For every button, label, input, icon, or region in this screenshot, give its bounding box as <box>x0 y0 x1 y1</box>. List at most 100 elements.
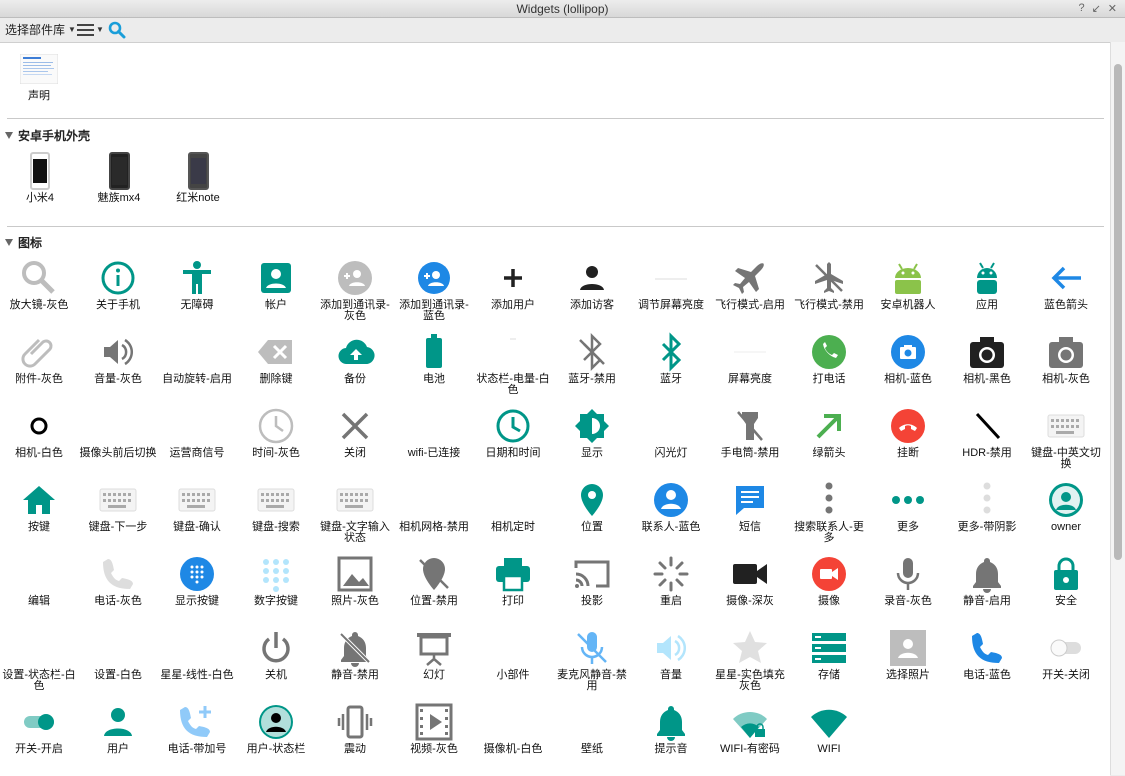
icon-widget[interactable]: 键盘-确认 <box>157 480 237 533</box>
icon-widget[interactable]: 添加到通讯录-灰色 <box>315 258 395 322</box>
phone-shell-xiaomi4[interactable]: 小米4 <box>0 151 80 204</box>
icon-widget[interactable]: 位置-禁用 <box>394 554 474 607</box>
icon-widget[interactable]: 设置-状态栏-白色 <box>0 628 79 692</box>
icon-widget[interactable]: 提示音 <box>631 702 711 755</box>
icon-widget[interactable]: 蓝牙 <box>631 332 711 385</box>
section-header-phone-shells[interactable]: 安卓手机外壳 <box>5 127 90 144</box>
icon-widget[interactable]: 设置-白色 <box>78 628 158 681</box>
section-header-icons[interactable]: 图标 <box>5 234 42 251</box>
icon-widget[interactable]: 调节屏幕亮度 <box>631 258 711 311</box>
help-button[interactable]: ? <box>1078 2 1084 15</box>
icon-widget[interactable]: 安卓机器人 <box>868 258 948 311</box>
icon-widget[interactable]: 时间-灰色 <box>236 406 316 459</box>
icon-widget[interactable]: 小部件 <box>473 628 553 681</box>
icon-widget[interactable]: 电池 <box>394 332 474 385</box>
icon-widget[interactable]: 删除键 <box>236 332 316 385</box>
icon-widget[interactable]: 联系人-蓝色 <box>631 480 711 533</box>
icon-widget[interactable]: 静音-禁用 <box>315 628 395 681</box>
icon-widget[interactable]: 选择照片 <box>868 628 948 681</box>
icon-widget[interactable]: 相机网格-禁用 <box>394 480 474 533</box>
scrollbar-thumb[interactable] <box>1114 64 1122 560</box>
icon-widget[interactable]: 状态栏-电量-白色 <box>473 332 553 396</box>
icon-widget[interactable]: 摄像头前后切换 <box>78 406 158 459</box>
icon-widget[interactable]: 蓝色箭头 <box>1026 258 1106 311</box>
icon-widget[interactable]: 备份 <box>315 332 395 385</box>
icon-widget[interactable]: 存储 <box>789 628 869 681</box>
icon-widget[interactable]: 显示按键 <box>157 554 237 607</box>
phone-shell-meizu-mx4[interactable]: 魅族mx4 <box>79 151 159 204</box>
icon-widget[interactable]: 投影 <box>552 554 632 607</box>
icon-widget[interactable]: 挂断 <box>868 406 948 459</box>
icon-widget[interactable]: 飞行模式-禁用 <box>789 258 869 311</box>
icon-widget[interactable]: 打电话 <box>789 332 869 385</box>
icon-widget[interactable]: 键盘-搜索 <box>236 480 316 533</box>
icon-widget[interactable]: 电话-带加号 <box>157 702 237 755</box>
icon-widget[interactable]: 相机定时 <box>473 480 553 533</box>
icon-widget[interactable]: 相机-蓝色 <box>868 332 948 385</box>
icon-widget[interactable]: 添加到通讯录-蓝色 <box>394 258 474 322</box>
icon-widget[interactable]: 摄像机-白色 <box>473 702 553 755</box>
icon-widget[interactable]: 重启 <box>631 554 711 607</box>
icon-widget[interactable]: 开关-开启 <box>0 702 79 755</box>
search-button[interactable] <box>108 21 126 39</box>
phone-shell-redmi-note[interactable]: 红米note <box>158 151 238 204</box>
icon-widget[interactable]: WIFI <box>789 702 869 755</box>
icon-widget[interactable]: 照片-灰色 <box>315 554 395 607</box>
icon-widget[interactable]: 幻灯 <box>394 628 474 681</box>
icon-widget[interactable]: 相机-黑色 <box>947 332 1027 385</box>
icon-widget[interactable]: 摄像-深灰 <box>710 554 790 607</box>
icon-widget[interactable]: 屏幕亮度 <box>710 332 790 385</box>
icon-widget[interactable]: 飞行模式-启用 <box>710 258 790 311</box>
minimize-button[interactable]: ↙ <box>1092 2 1101 15</box>
icon-widget[interactable]: 附件-灰色 <box>0 332 79 385</box>
icon-widget[interactable]: HDR-禁用 <box>947 406 1027 459</box>
icon-widget[interactable]: 键盘-下一步 <box>78 480 158 533</box>
icon-widget[interactable]: 日期和时间 <box>473 406 553 459</box>
icon-widget[interactable]: 震动 <box>315 702 395 755</box>
icon-widget[interactable]: 音量 <box>631 628 711 681</box>
icon-widget[interactable]: 短信 <box>710 480 790 533</box>
icon-widget[interactable]: 蓝牙-禁用 <box>552 332 632 385</box>
icon-widget[interactable]: 电话-灰色 <box>78 554 158 607</box>
icon-widget[interactable]: 编辑 <box>0 554 79 607</box>
icon-widget[interactable]: 相机-白色 <box>0 406 79 459</box>
icon-widget[interactable]: 用户-状态栏 <box>236 702 316 755</box>
menu-button[interactable]: ▼ <box>77 23 104 36</box>
icon-widget[interactable]: 录音-灰色 <box>868 554 948 607</box>
icon-widget[interactable]: 更多 <box>868 480 948 533</box>
icon-widget[interactable]: 无障碍 <box>157 258 237 311</box>
icon-widget[interactable]: wifi-已连接 <box>394 406 474 459</box>
icon-widget[interactable]: 摄像 <box>789 554 869 607</box>
icon-widget[interactable]: 安全 <box>1026 554 1106 607</box>
icon-widget[interactable]: 闪光灯 <box>631 406 711 459</box>
icon-widget[interactable]: 开关-关闭 <box>1026 628 1106 681</box>
icon-widget[interactable]: 键盘-文字输入状态 <box>315 480 395 544</box>
icon-widget[interactable]: 按键 <box>0 480 79 533</box>
icon-widget[interactable]: WIFI-有密码 <box>710 702 790 755</box>
icon-widget[interactable]: 相机-灰色 <box>1026 332 1106 385</box>
icon-widget[interactable]: owner <box>1026 480 1106 533</box>
icon-widget[interactable]: 搜索联系人-更多 <box>789 480 869 544</box>
icon-widget[interactable]: 数字按键 <box>236 554 316 607</box>
icon-widget[interactable]: 显示 <box>552 406 632 459</box>
icon-widget[interactable]: 绿箭头 <box>789 406 869 459</box>
library-select[interactable]: 选择部件库 ▼ <box>5 21 76 38</box>
icon-widget[interactable]: 手电筒-禁用 <box>710 406 790 459</box>
icon-widget[interactable]: 关于手机 <box>78 258 158 311</box>
icon-widget[interactable]: 添加用户 <box>473 258 553 311</box>
icon-widget[interactable]: 电话-蓝色 <box>947 628 1027 681</box>
icon-widget[interactable]: 关机 <box>236 628 316 681</box>
icon-widget[interactable]: 静音-启用 <box>947 554 1027 607</box>
icon-widget[interactable]: 添加访客 <box>552 258 632 311</box>
icon-widget[interactable]: 应用 <box>947 258 1027 311</box>
icon-widget[interactable]: 关闭 <box>315 406 395 459</box>
icon-widget[interactable]: 用户 <box>78 702 158 755</box>
icon-widget[interactable]: 帐户 <box>236 258 316 311</box>
icon-widget[interactable]: 位置 <box>552 480 632 533</box>
icon-widget[interactable]: 视频-灰色 <box>394 702 474 755</box>
icon-widget[interactable]: 打印 <box>473 554 553 607</box>
close-button[interactable]: ✕ <box>1108 2 1117 15</box>
icon-widget[interactable]: 音量-灰色 <box>78 332 158 385</box>
icon-widget[interactable]: 麦克风静音-禁用 <box>552 628 632 692</box>
icon-widget[interactable]: 放大镜-灰色 <box>0 258 79 311</box>
